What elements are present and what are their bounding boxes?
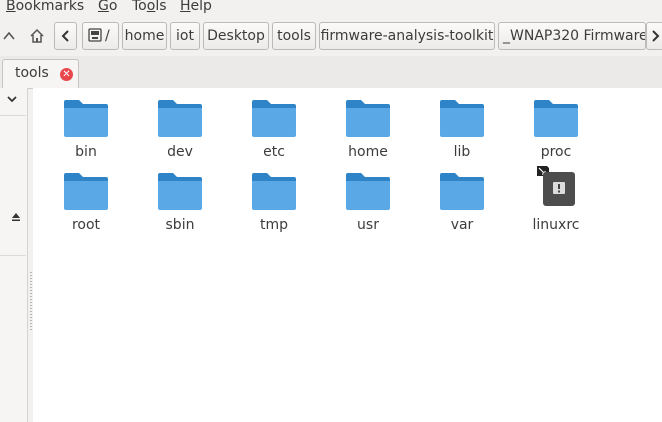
menu-bookmarks[interactable]: Bookmarks	[6, 0, 84, 14]
file-item-usr[interactable]: usr	[323, 161, 413, 233]
file-name: home	[348, 144, 388, 160]
file-name: linuxrc	[532, 217, 580, 233]
file-name: dev	[167, 144, 193, 160]
file-item-var[interactable]: var	[417, 161, 507, 233]
folder-icon	[440, 172, 484, 210]
chevron-up-icon	[3, 31, 15, 40]
file-name: sbin	[165, 217, 195, 233]
up-button[interactable]	[0, 22, 18, 50]
file-name: bin	[75, 144, 97, 160]
chevron-right-icon	[652, 30, 660, 42]
sidebar-divider	[0, 255, 26, 256]
file-item-bin[interactable]: bin	[41, 88, 131, 160]
folder-icon	[534, 99, 578, 137]
file-name: tmp	[259, 217, 288, 233]
folder-icon	[440, 99, 484, 137]
file-item-linuxrc[interactable]: linuxrc	[511, 161, 601, 233]
folder-icon	[158, 172, 202, 210]
tab-bar: tools ✕	[0, 56, 662, 89]
sidebar-divider	[0, 115, 26, 116]
file-name: etc	[263, 144, 285, 160]
chevron-down-icon[interactable]	[6, 93, 18, 107]
path-crumb-desktop[interactable]: Desktop	[203, 22, 269, 50]
drive-icon	[88, 28, 102, 42]
file-item-home[interactable]: home	[323, 88, 413, 160]
back-button[interactable]	[54, 22, 77, 50]
menu-go[interactable]: Go	[98, 0, 117, 14]
pane-resize-grip[interactable]	[30, 272, 32, 330]
file-item-lib[interactable]: lib	[417, 88, 507, 160]
sidebar	[0, 88, 28, 422]
folder-icon	[64, 99, 108, 137]
path-root-label: /	[105, 28, 110, 44]
file-item-etc[interactable]: etc	[229, 88, 319, 160]
folder-icon	[346, 99, 390, 137]
file-view: bin dev etc home lib proc root sbin tmp usr var lin…	[33, 88, 662, 422]
eject-icon[interactable]	[11, 212, 21, 225]
folder-icon	[64, 172, 108, 210]
path-crumb-firmware-analysis-toolkit[interactable]: firmware-analysis-toolkit	[319, 22, 495, 50]
file-item-tmp[interactable]: tmp	[229, 161, 319, 233]
forward-button[interactable]	[646, 22, 662, 50]
path-crumb-iot[interactable]: iot	[170, 22, 200, 50]
menu-help[interactable]: Help	[180, 0, 212, 14]
menubar: Bookmarks Go Tools Help	[0, 0, 662, 17]
file-name: root	[71, 217, 101, 233]
tab-label: tools	[15, 65, 49, 81]
path-crumb-wnap320-firmware[interactable]: _WNAP320 Firmware	[498, 22, 646, 50]
folder-icon	[346, 172, 390, 210]
file-name: proc	[540, 144, 572, 160]
folder-icon	[252, 99, 296, 137]
home-icon	[30, 28, 44, 43]
chevron-left-icon	[61, 30, 69, 42]
menu-tools[interactable]: Tools	[132, 0, 167, 14]
file-item-sbin[interactable]: sbin	[135, 161, 225, 233]
file-item-proc[interactable]: proc	[511, 88, 601, 160]
file-name: usr	[357, 217, 379, 233]
file-item-dev[interactable]: dev	[135, 88, 225, 160]
executable-symlink-icon	[537, 166, 577, 206]
folder-icon	[158, 99, 202, 137]
location-bar: / home iot Desktop tools firmware-analys…	[0, 18, 662, 56]
file-name: lib	[453, 144, 471, 160]
path-crumb-home[interactable]: home	[122, 22, 167, 50]
file-item-root[interactable]: root	[41, 161, 131, 233]
home-button[interactable]	[26, 22, 48, 50]
path-root-button[interactable]: /	[82, 22, 119, 50]
close-icon[interactable]: ✕	[60, 68, 73, 81]
tab-tools[interactable]: tools ✕	[2, 59, 79, 88]
file-name: var	[450, 217, 474, 233]
path-crumb-tools[interactable]: tools	[272, 22, 316, 50]
folder-icon	[252, 172, 296, 210]
